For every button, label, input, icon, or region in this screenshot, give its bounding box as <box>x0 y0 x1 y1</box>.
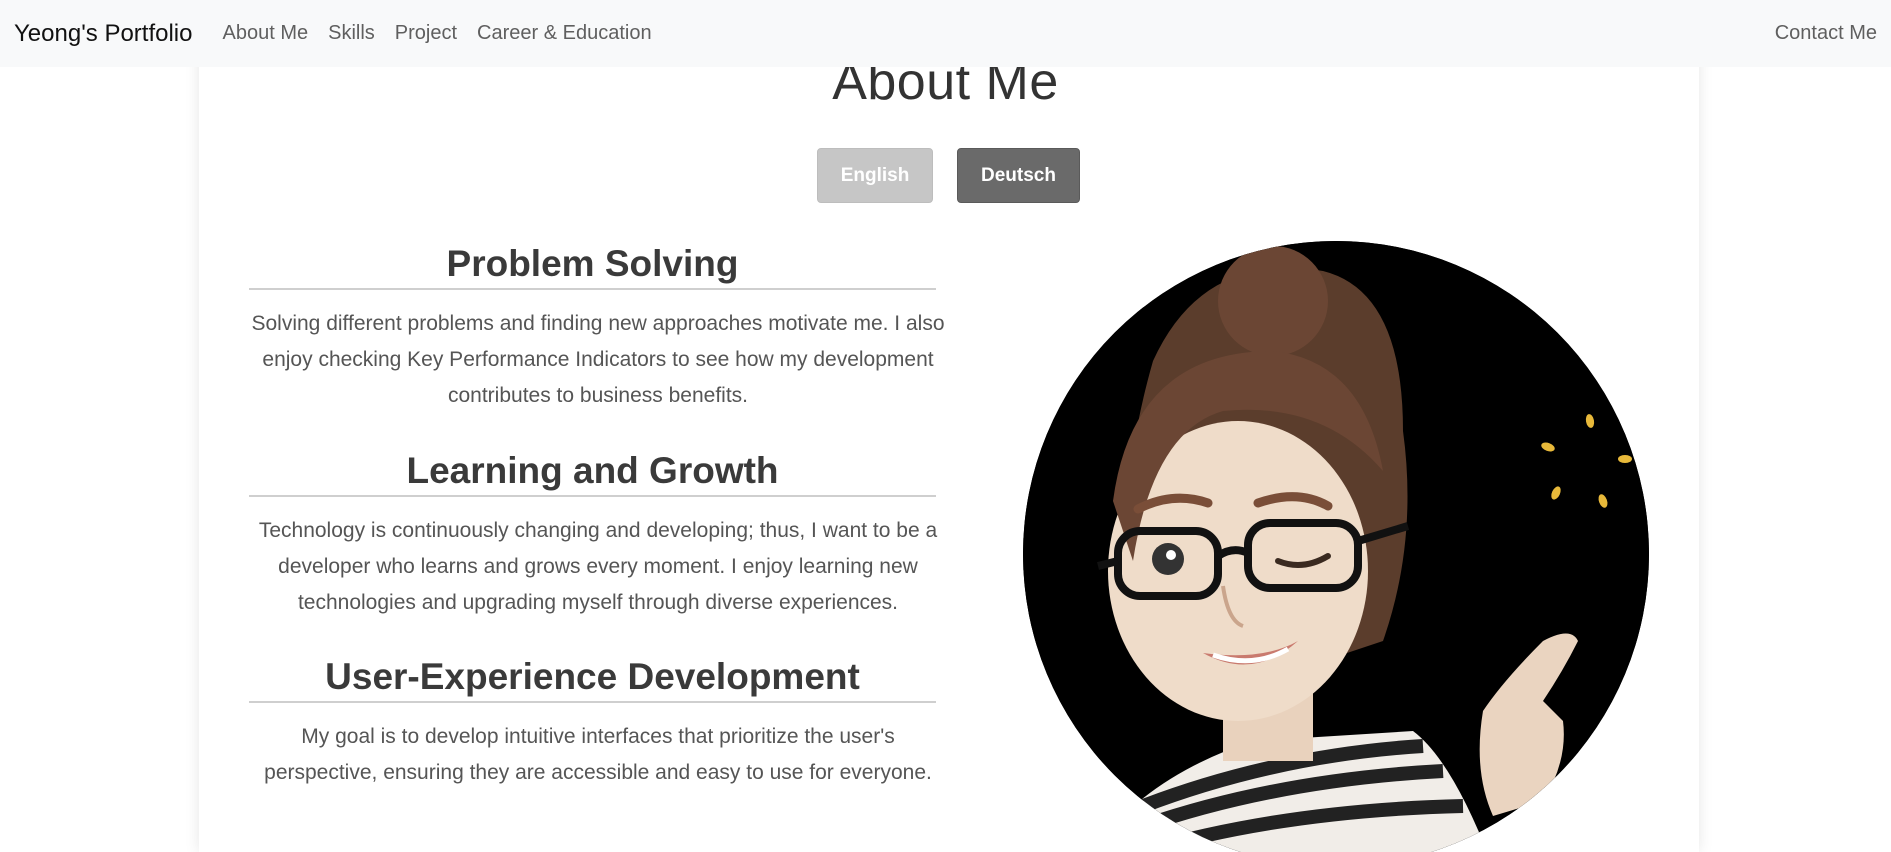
section-title: Problem Solving <box>249 240 936 290</box>
nav-skills[interactable]: Skills <box>328 22 375 45</box>
section-title: Learning and Growth <box>249 447 936 497</box>
section-text: Technology is continuously changing and … <box>258 519 938 614</box>
english-button[interactable]: English <box>817 148 933 203</box>
section-learning-growth: Learning and Growth Technology is contin… <box>249 447 947 621</box>
deutsch-button[interactable]: Deutsch <box>957 148 1080 203</box>
navbar: Yeong's Portfolio About Me Skills Projec… <box>0 0 1891 67</box>
section-problem-solving: Problem Solving Solving different proble… <box>249 240 947 414</box>
nav-about-me[interactable]: About Me <box>223 22 309 45</box>
nav-contact-me[interactable]: Contact Me <box>1775 22 1877 45</box>
section-ux-development: User-Experience Development My goal is t… <box>249 653 947 791</box>
nav-career-education[interactable]: Career & Education <box>477 22 652 45</box>
section-title: User-Experience Development <box>249 653 936 703</box>
section-text: Solving different problems and finding n… <box>251 312 945 407</box>
brand-link[interactable]: Yeong's Portfolio <box>14 20 193 48</box>
section-text: My goal is to develop intuitive interfac… <box>264 725 932 784</box>
nav-project[interactable]: Project <box>395 22 457 45</box>
avatar-image <box>1023 241 1649 852</box>
avatar-illustration <box>1023 241 1649 852</box>
